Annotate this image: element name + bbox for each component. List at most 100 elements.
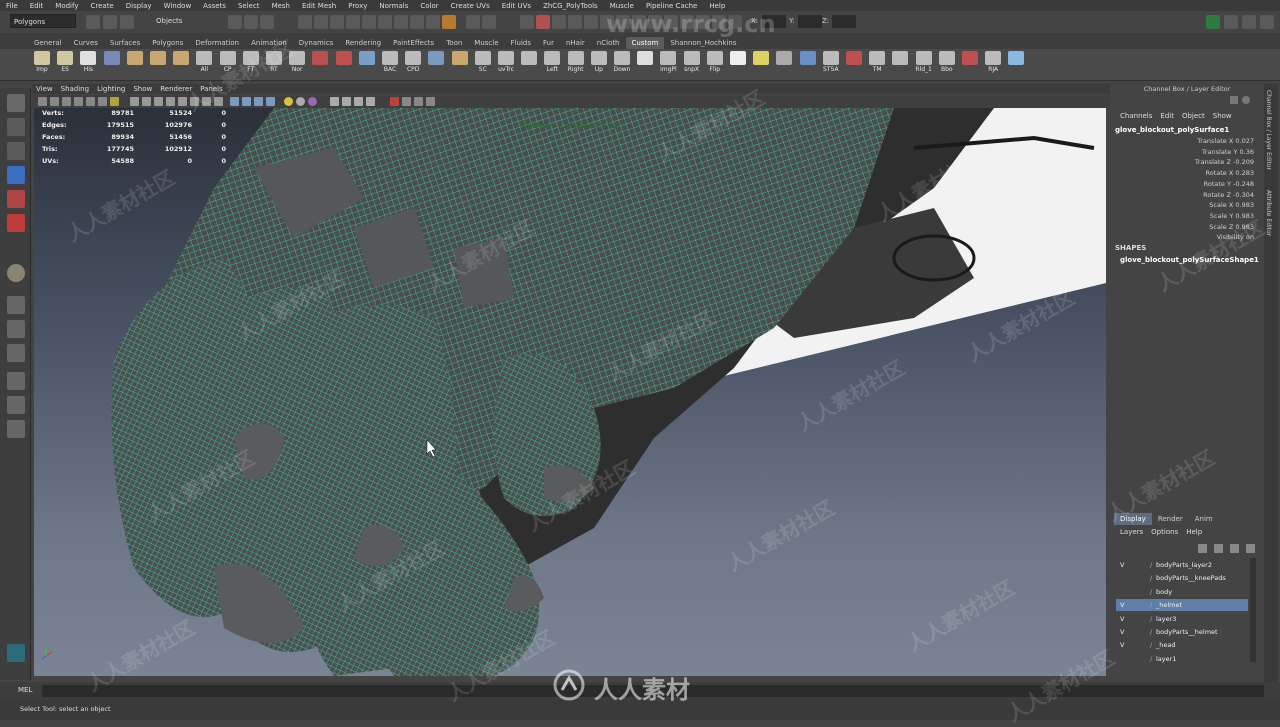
default-light-icon[interactable] bbox=[284, 97, 293, 106]
snap-view-plane-icon[interactable] bbox=[346, 15, 360, 29]
paint-select-tool-icon[interactable] bbox=[7, 142, 25, 160]
toggle-channel-box-icon[interactable] bbox=[1242, 15, 1256, 29]
bookmark-icon[interactable] bbox=[62, 97, 71, 106]
shelf-button-icon-14[interactable] bbox=[356, 51, 378, 78]
channel-attr-row[interactable]: Translate X 0.027 bbox=[1197, 137, 1254, 145]
menu-proxy[interactable]: Proxy bbox=[342, 2, 373, 10]
layer-color-swatch[interactable]: / bbox=[1150, 586, 1152, 598]
shelf-button-bac[interactable]: BAC bbox=[379, 51, 401, 78]
layer-visibility-toggle[interactable]: V bbox=[1120, 613, 1124, 625]
channel-attr-value[interactable]: 0.983 bbox=[1235, 201, 1254, 209]
shelf-tab-fluids[interactable]: Fluids bbox=[505, 37, 537, 49]
lasso-tool-icon[interactable] bbox=[7, 118, 25, 136]
shelf-tab-shannon-hochkins[interactable]: Shannon_Hochkins bbox=[664, 37, 742, 49]
shelf-button-uvtrc[interactable]: uvTrc bbox=[495, 51, 517, 78]
layer-visibility-toggle[interactable]: V bbox=[1120, 626, 1124, 638]
shelf-button-his[interactable]: His bbox=[77, 51, 99, 78]
tab-attribute-editor[interactable]: Attribute Editor bbox=[1265, 190, 1272, 236]
shelf-button-tm[interactable]: TM bbox=[866, 51, 888, 78]
channel-attr-row[interactable]: Translate Y 0.36 bbox=[1202, 148, 1254, 156]
transform-icon[interactable] bbox=[466, 15, 480, 29]
menu-edit-uvs[interactable]: Edit UVs bbox=[496, 2, 537, 10]
shelf-button-rld-1[interactable]: Rld_1 bbox=[913, 51, 935, 78]
shelf-button-icon-40[interactable] bbox=[959, 51, 981, 78]
layout-persp-graph-icon[interactable] bbox=[7, 372, 25, 390]
x-ray-active-icon[interactable] bbox=[402, 97, 411, 106]
z-field[interactable] bbox=[832, 15, 856, 28]
shelf-button-icon-21[interactable] bbox=[518, 51, 540, 78]
shelf-button-es[interactable]: ES bbox=[54, 51, 76, 78]
shelf-button-sc[interactable]: SC bbox=[472, 51, 494, 78]
shelf-button-bbo[interactable]: Bbo bbox=[936, 51, 958, 78]
layer-row[interactable]: / bodyParts__kneePads bbox=[1116, 572, 1248, 584]
shelf-button-icon-18[interactable] bbox=[449, 51, 471, 78]
shelf-tab-surfaces[interactable]: Surfaces bbox=[104, 37, 146, 49]
layout-single-icon[interactable] bbox=[7, 296, 25, 314]
image-plane-icon[interactable] bbox=[74, 97, 83, 106]
layer-row[interactable]: / body bbox=[1116, 586, 1248, 598]
panel-menu-show[interactable]: Show bbox=[129, 85, 156, 93]
layout-hypershade-icon[interactable] bbox=[7, 396, 25, 414]
shelf-tab-curves[interactable]: Curves bbox=[68, 37, 104, 49]
batch-render-icon[interactable] bbox=[552, 15, 566, 29]
layer-scrollbar[interactable] bbox=[1250, 558, 1256, 662]
new-scene-icon[interactable] bbox=[86, 15, 100, 29]
textured-icon[interactable] bbox=[242, 97, 251, 106]
shelf-tab-polygons[interactable]: Polygons bbox=[146, 37, 189, 49]
layer-color-swatch[interactable]: / bbox=[1150, 613, 1152, 625]
make-live-icon[interactable] bbox=[362, 15, 376, 29]
grid-toggle-icon[interactable] bbox=[110, 97, 119, 106]
shelf-tab-fur[interactable]: Fur bbox=[537, 37, 560, 49]
shelf-button-icon-33[interactable] bbox=[797, 51, 819, 78]
layout-four-icon[interactable] bbox=[7, 320, 25, 338]
shelf-button-rja[interactable]: RJA bbox=[982, 51, 1004, 78]
shelf-tab-deformation[interactable]: Deformation bbox=[189, 37, 245, 49]
layer-color-swatch[interactable]: / bbox=[1150, 559, 1152, 571]
menu-select[interactable]: Select bbox=[232, 2, 266, 10]
shelf-tab-muscle[interactable]: Muscle bbox=[468, 37, 504, 49]
new-layer-empty-icon[interactable] bbox=[1198, 544, 1207, 553]
lock-icon[interactable] bbox=[442, 15, 456, 29]
menu-zhcg-polytools[interactable]: ZhCG_PolyTools bbox=[537, 2, 604, 10]
shadows-icon[interactable] bbox=[266, 97, 275, 106]
layer-color-swatch[interactable]: / bbox=[1150, 599, 1152, 611]
last-tool-icon[interactable] bbox=[7, 264, 25, 282]
shelf-button-icon-30[interactable] bbox=[727, 51, 749, 78]
backface-culling-icon[interactable] bbox=[414, 97, 423, 106]
shelf-button-icon-31[interactable] bbox=[750, 51, 772, 78]
shelf-tab-dynamics[interactable]: Dynamics bbox=[293, 37, 340, 49]
tab-channel-box-layer-editor[interactable]: Channel Box / Layer Editor bbox=[1265, 90, 1272, 170]
x-ray-joints-icon[interactable] bbox=[390, 97, 399, 106]
channel-attr-value[interactable]: 0.283 bbox=[1235, 169, 1254, 177]
select-tool-icon[interactable] bbox=[7, 94, 25, 112]
menu-muscle[interactable]: Muscle bbox=[604, 2, 640, 10]
depth-of-field-icon[interactable] bbox=[342, 97, 351, 106]
shelf-button-icon-32[interactable] bbox=[773, 51, 795, 78]
shelf-button-up[interactable]: Up bbox=[588, 51, 610, 78]
hypershade-icon[interactable] bbox=[520, 15, 534, 29]
x-ray-icon[interactable] bbox=[366, 97, 375, 106]
menu-set-dropdown[interactable]: Polygons bbox=[10, 14, 76, 28]
select-by-component-icon[interactable] bbox=[260, 15, 274, 29]
layer-color-swatch[interactable]: / bbox=[1150, 626, 1152, 638]
shelf-tab-general[interactable]: General bbox=[28, 37, 68, 49]
toggle-tool-settings-icon[interactable] bbox=[1224, 15, 1238, 29]
shelf-button-icon-6[interactable] bbox=[170, 51, 192, 78]
panel-menu-lighting[interactable]: Lighting bbox=[93, 85, 129, 93]
gate-mask-icon[interactable] bbox=[154, 97, 163, 106]
menu-display[interactable]: Display bbox=[120, 2, 158, 10]
channel-attr-row[interactable]: Translate Z -0.209 bbox=[1195, 158, 1254, 166]
move-up-layer-icon[interactable] bbox=[1230, 544, 1239, 553]
layer-color-swatch[interactable]: / bbox=[1150, 572, 1152, 584]
shelf-tab-nhair[interactable]: nHair bbox=[560, 37, 591, 49]
layer-menu-options[interactable]: Options bbox=[1147, 528, 1182, 536]
resolution-gate-icon[interactable] bbox=[142, 97, 151, 106]
layer-menu-layers[interactable]: Layers bbox=[1116, 528, 1147, 536]
shelf-button-icon-13[interactable] bbox=[333, 51, 355, 78]
shelf-button-stsa[interactable]: STSA bbox=[820, 51, 842, 78]
toggle-layer-editor-icon[interactable] bbox=[1260, 15, 1274, 29]
shelf-button-icon-17[interactable] bbox=[425, 51, 447, 78]
channel-attr-row[interactable]: Rotate Z -0.304 bbox=[1203, 191, 1254, 199]
shelf-button-icon-3[interactable] bbox=[101, 51, 123, 78]
layout-custom-icon[interactable] bbox=[7, 420, 25, 438]
